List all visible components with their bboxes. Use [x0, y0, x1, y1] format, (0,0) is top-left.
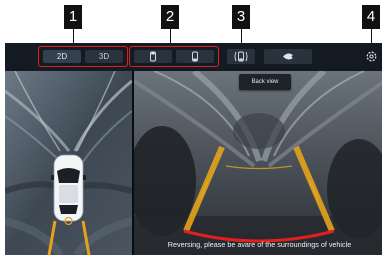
rear-camera-image: [134, 71, 382, 255]
view-2d-button[interactable]: 2D: [43, 50, 81, 63]
rear-camera-icon: [192, 51, 198, 62]
callout-1: 1: [64, 5, 82, 29]
camera-select-group: [129, 46, 219, 67]
view-mode-group: 2D 3D: [38, 46, 128, 67]
ghost-view-button[interactable]: [264, 49, 312, 64]
callout-4: 4: [362, 5, 380, 29]
camera-toolbar: 2D 3D: [5, 43, 382, 71]
back-view-icon: [234, 51, 248, 62]
settings-button[interactable]: [364, 49, 379, 64]
view-3d-button[interactable]: 3D: [85, 50, 123, 63]
callout-3-leader: [241, 29, 242, 44]
back-view-button[interactable]: [227, 49, 255, 64]
reverse-warning-message: Reversing, please be avare of the surrou…: [167, 240, 352, 249]
callout-4-leader: [371, 29, 372, 44]
ghost-view-icon: [283, 53, 293, 60]
callout-2-leader: [170, 29, 171, 44]
surround-view-image: [5, 71, 132, 255]
front-camera-icon: [150, 51, 156, 62]
back-view-tooltip: Back view: [239, 74, 291, 90]
callout-3: 3: [232, 5, 250, 29]
vehicle-top-view: [51, 154, 86, 226]
front-camera-button[interactable]: [134, 50, 172, 63]
gear-icon: [366, 51, 377, 62]
rear-camera-view: Reversing, please be avare of the surrou…: [134, 71, 382, 255]
rear-camera-button[interactable]: [176, 50, 214, 63]
callout-2: 2: [161, 5, 179, 29]
parking-camera-screen: 2D 3D Reversing, please be avare of the …: [5, 43, 382, 255]
surround-view: [5, 71, 132, 255]
callout-1-leader: [73, 29, 74, 44]
